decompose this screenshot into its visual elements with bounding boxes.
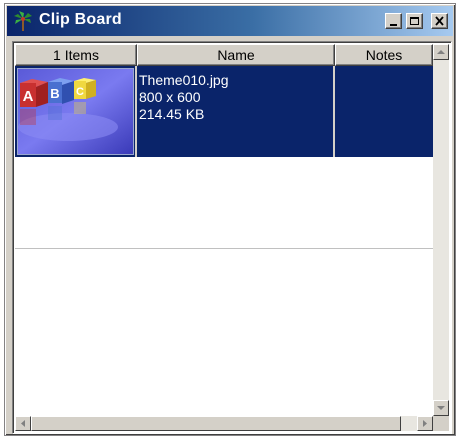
scroll-down-button[interactable] bbox=[433, 400, 449, 416]
svg-text:A: A bbox=[23, 88, 34, 105]
palm-tree-icon bbox=[14, 11, 32, 31]
horizontal-scrollbar[interactable] bbox=[15, 416, 433, 431]
column-header: 1 Items Name Notes bbox=[15, 44, 433, 66]
file-size: 214.45 KB bbox=[139, 106, 205, 122]
close-icon bbox=[435, 16, 444, 26]
column-header-name[interactable]: Name bbox=[137, 44, 335, 66]
maximize-icon bbox=[410, 17, 419, 25]
scroll-left-button[interactable] bbox=[15, 416, 31, 431]
arrow-left-icon bbox=[21, 420, 25, 427]
window-title: Clip Board bbox=[39, 11, 122, 28]
image-thumbnail: A B C bbox=[18, 69, 133, 154]
vertical-scrollbar[interactable] bbox=[433, 44, 449, 416]
row-divider bbox=[15, 248, 433, 249]
svg-text:C: C bbox=[76, 86, 84, 98]
svg-text:B: B bbox=[50, 86, 59, 101]
arrow-up-icon bbox=[437, 50, 445, 54]
close-button[interactable] bbox=[431, 13, 448, 29]
clipboard-window: Clip Board 1 Items Name Notes A B C Them… bbox=[4, 3, 456, 436]
column-separator bbox=[333, 66, 335, 157]
scrollbar-corner bbox=[433, 416, 449, 431]
abc-blocks-thumbnail[interactable]: A B C bbox=[17, 68, 134, 155]
minimize-button[interactable] bbox=[385, 13, 402, 29]
arrow-down-icon bbox=[437, 406, 445, 410]
arrow-right-icon bbox=[423, 420, 427, 427]
maximize-button[interactable] bbox=[406, 13, 423, 29]
list-item[interactable]: A B C Theme010.jpg 800 x 600 214.45 KB bbox=[15, 66, 433, 157]
scroll-up-button[interactable] bbox=[433, 44, 449, 60]
minimize-icon bbox=[390, 24, 397, 26]
column-header-notes[interactable]: Notes bbox=[335, 44, 433, 66]
file-dimensions: 800 x 600 bbox=[139, 89, 201, 105]
column-separator bbox=[135, 66, 137, 157]
file-name: Theme010.jpg bbox=[139, 72, 229, 88]
column-header-items[interactable]: 1 Items bbox=[15, 44, 137, 66]
title-bar[interactable]: Clip Board bbox=[7, 6, 453, 36]
horizontal-scroll-thumb[interactable] bbox=[31, 416, 401, 431]
clip-list: 1 Items Name Notes A B C Theme010.jpg 80… bbox=[12, 41, 452, 434]
file-info: Theme010.jpg 800 x 600 214.45 KB bbox=[139, 72, 229, 123]
scroll-right-button[interactable] bbox=[417, 416, 433, 431]
